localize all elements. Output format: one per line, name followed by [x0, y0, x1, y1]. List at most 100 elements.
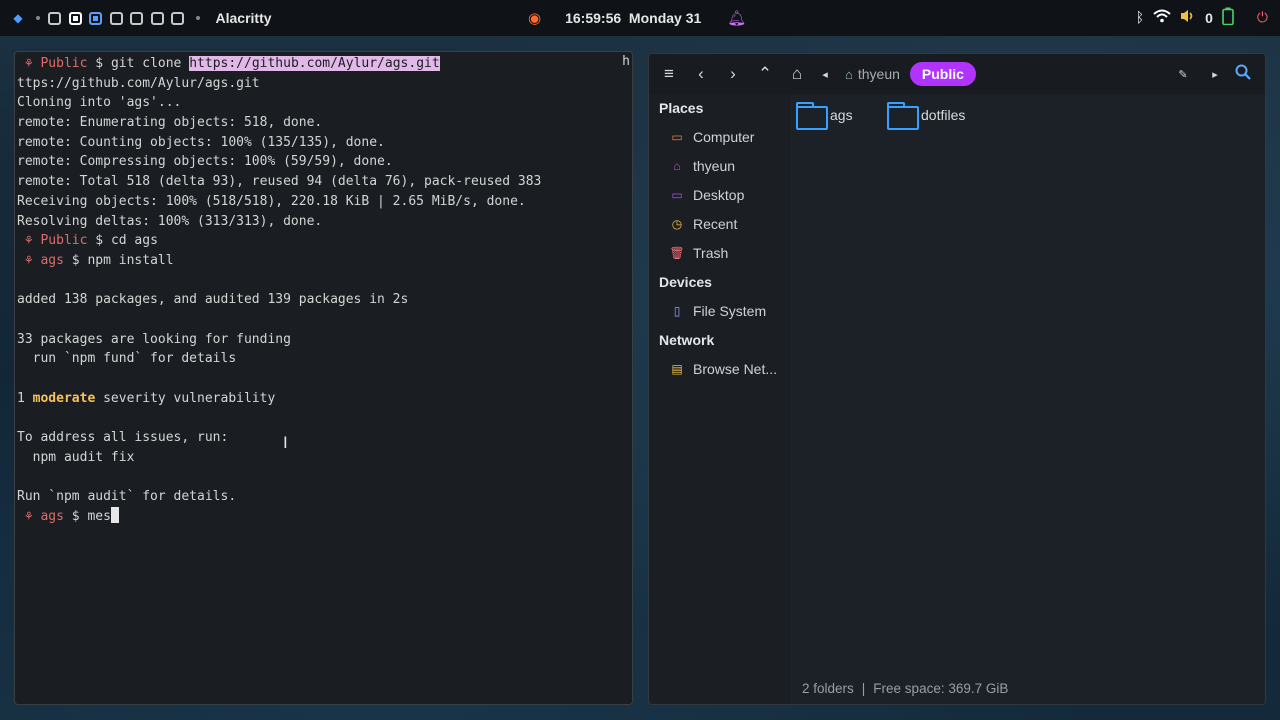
sidebar-item-computer[interactable]: ▭ Computer — [649, 123, 789, 152]
breadcrumb-left-icon[interactable]: ◂ — [813, 68, 837, 81]
sidebar-item-file-system[interactable]: ▯ File System — [649, 297, 789, 326]
computer-icon: ▭ — [671, 130, 683, 144]
command-text: cd ags — [110, 233, 158, 249]
network-icon: ▤ — [671, 362, 683, 376]
terminal-line: ⚘ Public $ cd ags — [17, 231, 632, 251]
sidebar-item-browse-net[interactable]: ▤ Browse Net... — [649, 355, 789, 384]
output-text: To address all issues, run: — [17, 430, 229, 446]
workspace-4[interactable] — [109, 11, 123, 25]
folder-label: ags — [830, 107, 853, 123]
wifi-icon[interactable] — [1153, 9, 1171, 27]
separator-dot — [36, 16, 40, 20]
sidebar-item-label: Computer — [693, 129, 755, 145]
sidebar-item-label: Desktop — [693, 187, 745, 203]
output-text: Resolving deltas: 100% (313/313), done. — [17, 213, 323, 229]
bluetooth-icon[interactable]: ᛒ — [1136, 10, 1144, 26]
output-text: npm audit fix — [17, 449, 135, 465]
workspace-7[interactable] — [171, 11, 184, 25]
output-text: Cloning into 'ags'... — [17, 95, 182, 111]
menu-icon[interactable]: ≡ — [653, 64, 685, 84]
status-separator: | — [861, 681, 866, 696]
sidebar-item-thyeun[interactable]: ⌂ thyeun — [649, 152, 789, 181]
prompt-directory: ags — [40, 252, 64, 268]
folder-count: 2 folders — [802, 681, 854, 696]
folder-item-dotfiles[interactable]: dotfiles — [887, 102, 966, 130]
volume-icon[interactable] — [1180, 9, 1196, 27]
battery-icon[interactable] — [1222, 7, 1234, 29]
edit-path-icon[interactable]: ✎ — [1171, 68, 1195, 81]
workspace-3[interactable] — [89, 11, 102, 25]
workspace-6[interactable] — [150, 11, 164, 25]
file-view[interactable]: ags dotfiles — [790, 94, 1265, 676]
breadcrumb-current[interactable]: Public — [909, 62, 976, 86]
firefox-icon[interactable]: ◉ — [528, 9, 541, 27]
up-icon[interactable]: ⌃ — [749, 64, 781, 84]
workspace-2[interactable] — [68, 11, 82, 25]
vulnerability-count: 1 — [17, 390, 33, 406]
output-text: 33 packages are looking for funding — [17, 331, 291, 347]
folder-icon — [887, 102, 919, 130]
sidebar-item-label: Recent — [693, 216, 738, 232]
sidebar-item-recent[interactable]: ◷ Recent — [649, 210, 789, 239]
back-icon[interactable]: ‹ — [685, 64, 717, 84]
output-text: remote: Enumerating objects: 518, done. — [17, 115, 323, 131]
active-window-title: Alacritty — [215, 10, 272, 26]
folder-item-ags[interactable]: ags — [796, 102, 853, 130]
top-panel: ◆ Alacritty ◉ 16:59:56 Monday 31 🔔︎ ᛒ 0 … — [0, 0, 1280, 36]
terminal-line: remote: Enumerating objects: 518, done. — [17, 113, 632, 133]
vulnerability-text: severity vulnerability — [95, 390, 276, 406]
breadcrumb-home-icon: ⌂ — [845, 66, 853, 82]
workspace-5[interactable] — [130, 11, 143, 25]
drive-icon: ▯ — [673, 304, 681, 318]
prompt-icon: ⚘ — [17, 233, 41, 249]
terminal-line: remote: Compressing objects: 100% (59/59… — [17, 152, 632, 172]
command-text: git clone — [110, 56, 190, 71]
search-icon[interactable] — [1235, 64, 1251, 85]
sidebar-item-trash[interactable]: 🗑︎ Trash — [649, 239, 789, 268]
output-text: added 138 packages, and audited 139 pack… — [17, 292, 409, 308]
sidebar-item-label: thyeun — [693, 158, 736, 174]
separator-dot — [195, 16, 200, 20]
output-text: Run `npm audit` for details. — [17, 489, 237, 505]
output-text: Receiving objects: 100% (518/518), 220.1… — [17, 193, 526, 209]
notification-bell-icon[interactable]: 🔔︎ — [727, 9, 746, 27]
terminal-window[interactable]: h ⚘ Public $ git clone https://github.co… — [14, 51, 633, 705]
terminal-line: Cloning into 'ags'... — [17, 93, 632, 113]
breadcrumb-right-icon[interactable]: ▸ — [1203, 68, 1227, 81]
command-text: mes — [87, 508, 111, 524]
prompt-icon: ⚘ — [17, 508, 41, 524]
status-bar: 2 folders | Free space: 369.7 GiB — [790, 674, 1265, 704]
prompt-directory: ags — [40, 508, 64, 524]
workspace-1[interactable] — [48, 11, 61, 25]
folder-label: dotfiles — [921, 107, 966, 123]
file-manager-window: ≡ ‹ › ⌃ ⌂ ◂ ⌂ thyeun Public ✎ ▸ Places ▭… — [648, 53, 1266, 705]
terminal-line: ⚘ Public $ git clone https://github.com/… — [17, 54, 632, 74]
distro-logo-icon[interactable]: ◆ — [10, 11, 26, 25]
terminal-cursor — [110, 506, 119, 523]
network-header: Network — [659, 332, 715, 348]
breadcrumb-home[interactable]: thyeun — [858, 66, 900, 82]
terminal-line: Run `npm audit` for details. — [17, 487, 632, 507]
home-icon: ⌂ — [673, 159, 681, 173]
clock[interactable]: 16:59:56 Monday 31 — [565, 10, 701, 26]
terminal-line: Receiving objects: 100% (518/518), 220.1… — [17, 192, 632, 212]
sidebar-item-desktop[interactable]: ▭ Desktop — [649, 181, 789, 210]
terminal-line: ttps://github.com/Aylur/ags.git — [17, 74, 632, 94]
output-text: remote: Counting objects: 100% (135/135)… — [17, 134, 385, 150]
terminal-line: npm audit fix — [17, 448, 632, 468]
trash-icon: 🗑︎ — [669, 246, 685, 260]
forward-icon[interactable]: › — [717, 64, 749, 84]
battery-percentage: 0 — [1205, 10, 1213, 26]
sidebar-item-label: File System — [693, 303, 767, 319]
terminal-line: 1 moderate severity vulnerability — [17, 389, 632, 409]
home-icon[interactable]: ⌂ — [781, 64, 813, 84]
terminal-line: ⚘ ags $ npm install — [17, 251, 632, 271]
power-icon[interactable]: ⏻ — [1257, 10, 1268, 26]
text-cursor-icon: I — [283, 433, 288, 452]
output-text: run `npm fund` for details — [17, 351, 237, 367]
terminal-line: remote: Total 518 (delta 93), reused 94 … — [17, 172, 632, 192]
